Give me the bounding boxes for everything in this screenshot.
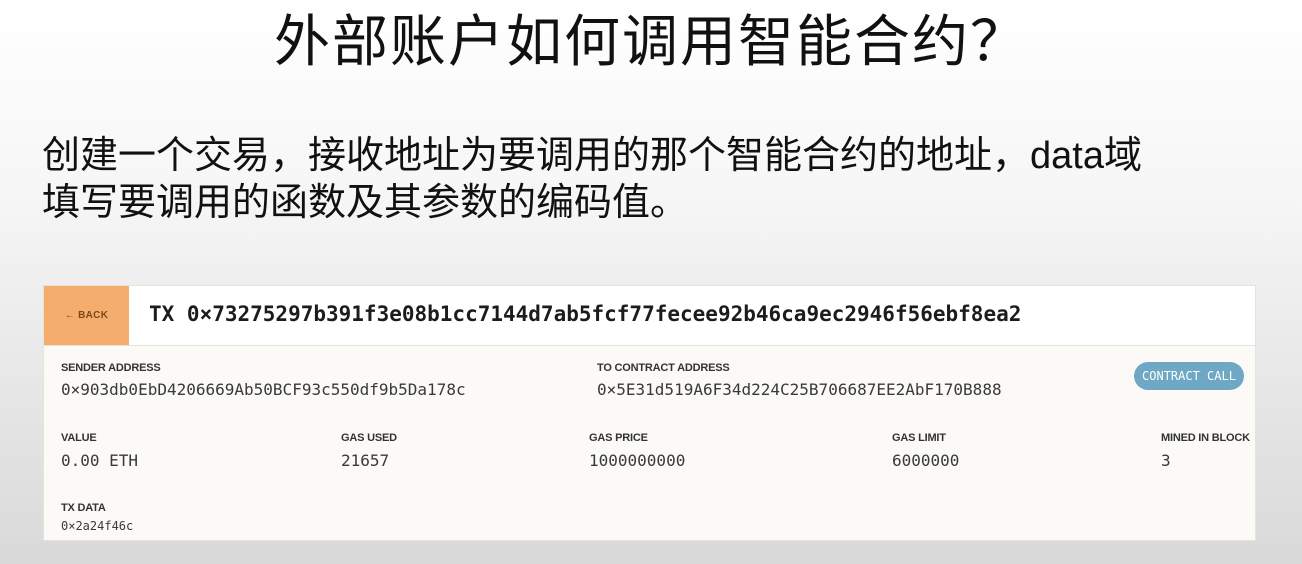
body-line-2: 填写要调用的函数及其参数的编码值。 [42, 180, 689, 224]
mined-in-block-value[interactable]: 3 [1161, 451, 1171, 470]
sender-address-value[interactable]: 0×903db0EbD4206669Ab50BCF93c550df9b5Da17… [61, 380, 466, 399]
transaction-panel: ← BACK TX 0×73275297b391f3e08b1cc7144d7a… [43, 285, 1256, 541]
gas-price-label: GAS PRICE [589, 432, 648, 444]
tx-data-label: TX DATA [61, 502, 106, 514]
gas-limit-label: GAS LIMIT [892, 432, 946, 444]
back-button[interactable]: ← BACK [44, 286, 129, 345]
gas-used-label: GAS USED [341, 432, 397, 444]
gas-price-value: 1000000000 [589, 451, 686, 470]
body-line-1-text: 创建一个交易，接收地址为要调用的那个智能合约的地址， [42, 133, 1031, 177]
contract-call-badge: CONTRACT CALL [1134, 362, 1244, 390]
value-label: VALUE [61, 432, 97, 444]
tx-data-value: 0×2a24f46c [61, 519, 134, 533]
transaction-hash-title: TX 0×73275297b391f3e08b1cc7144d7ab5fcf77… [149, 302, 1022, 326]
body-line-1: 创建一个交易，接收地址为要调用的那个智能合约的地址，data域 [42, 132, 1272, 179]
body-line-1-data-word: data [1030, 135, 1104, 177]
value-value: 0.00 ETH [61, 451, 139, 470]
to-contract-address-label: TO CONTRACT ADDRESS [597, 362, 730, 374]
gas-used-value: 21657 [341, 451, 390, 470]
to-contract-address-value[interactable]: 0×5E31d519A6F34d224C25B706687EE2AbF170B8… [597, 380, 1002, 399]
sender-address-label: SENDER ADDRESS [61, 362, 161, 374]
gas-limit-value: 6000000 [892, 451, 960, 470]
body-line-1-end: 域 [1103, 133, 1142, 177]
mined-in-block-label: MINED IN BLOCK [1161, 432, 1250, 444]
slide-title: 外部账户如何调用智能合约？ [274, 10, 1028, 75]
slide-body: 创建一个交易，接收地址为要调用的那个智能合约的地址，data域 填写要调用的函数… [42, 132, 1272, 225]
transaction-header: ← BACK TX 0×73275297b391f3e08b1cc7144d7a… [44, 286, 1255, 346]
